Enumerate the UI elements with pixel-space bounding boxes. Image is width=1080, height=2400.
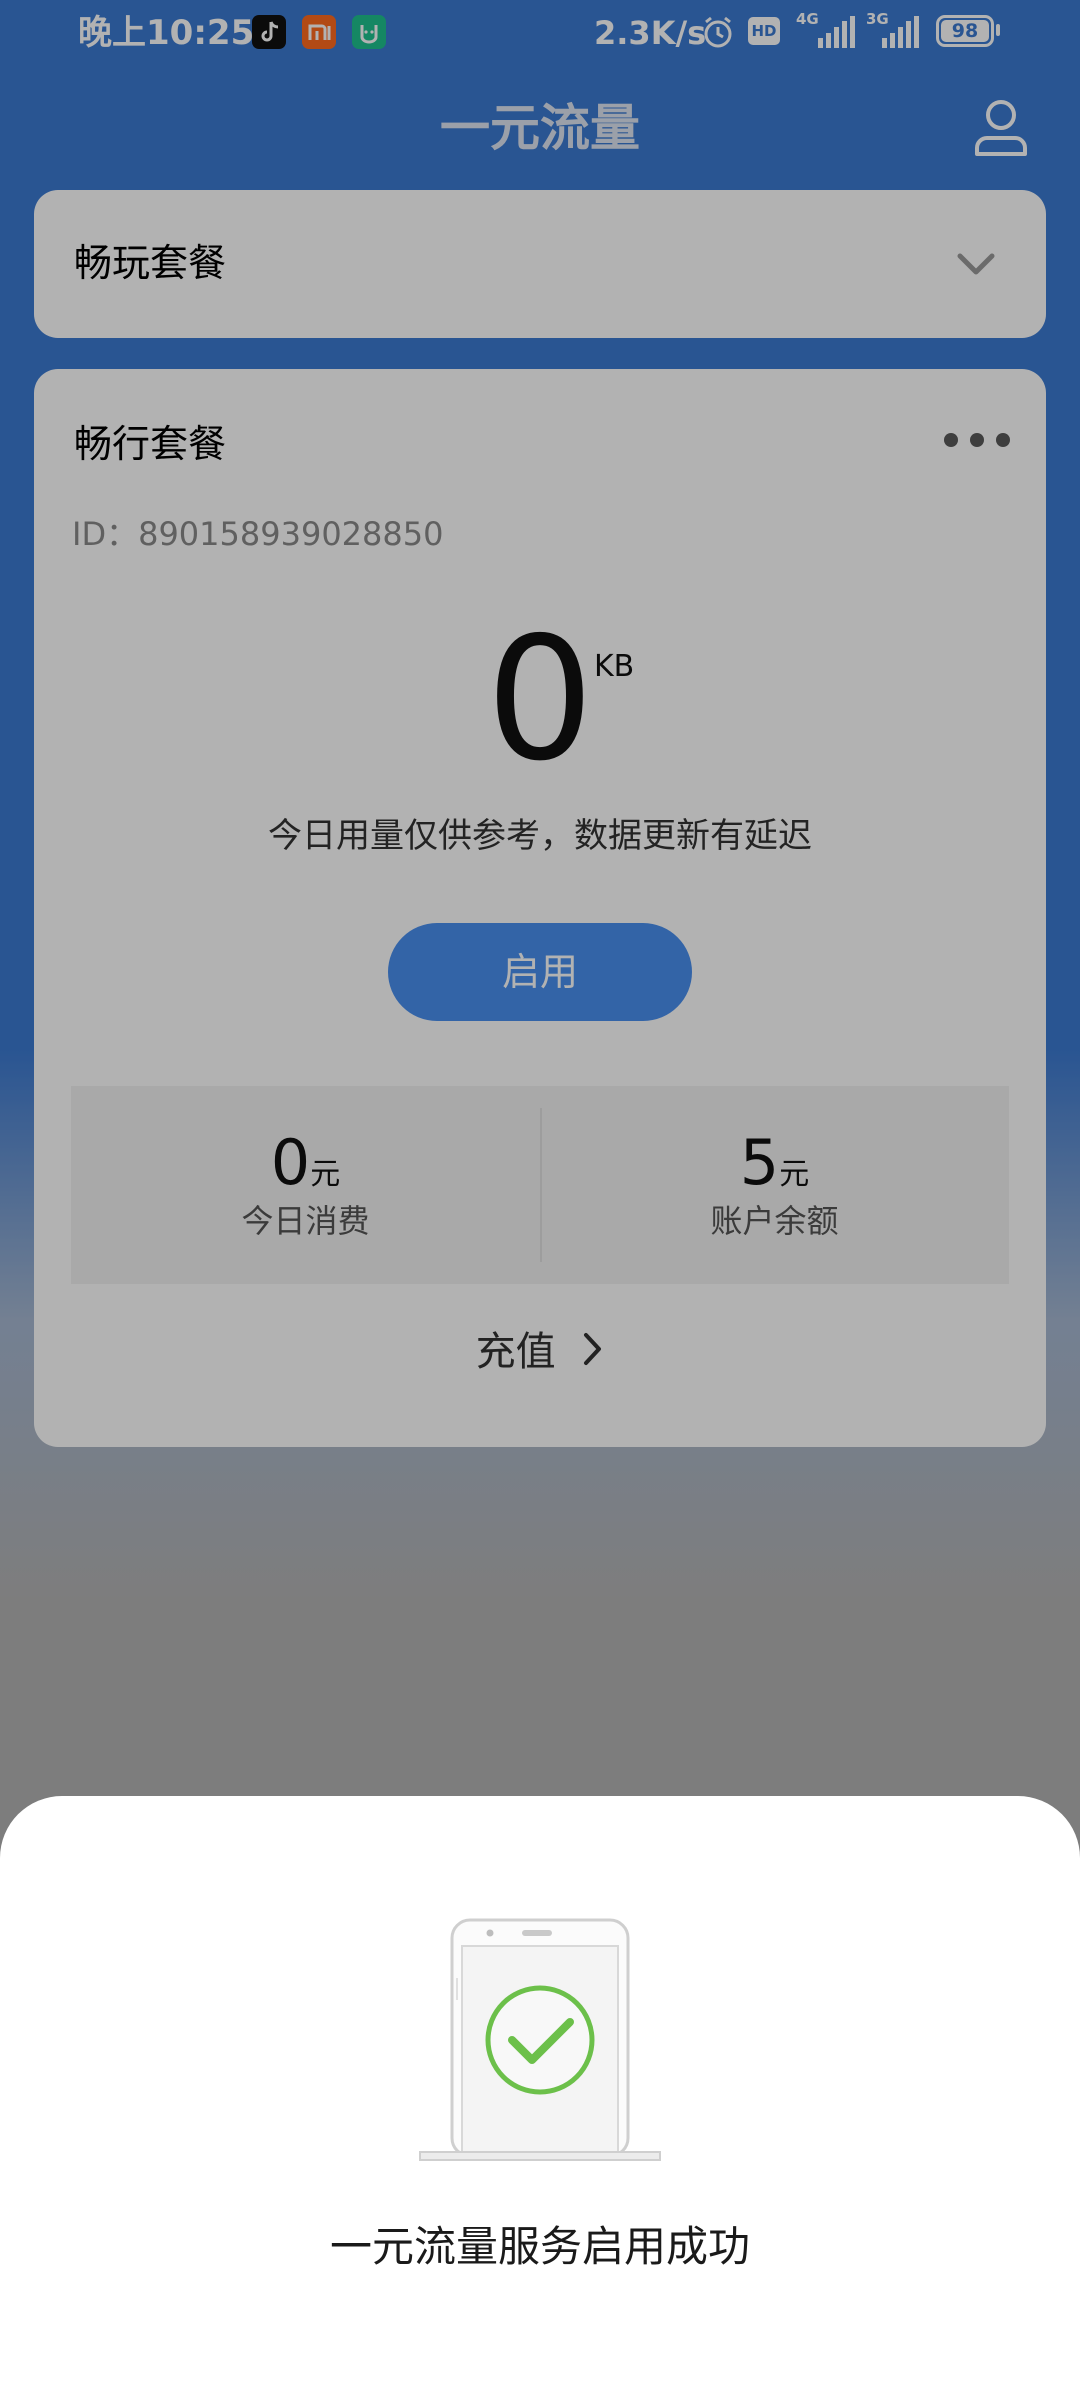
phone-success-check-icon (418, 1918, 662, 2162)
success-message: 一元流量服务启用成功 (329, 2222, 750, 2271)
success-sheet: 一元流量服务启用成功 (0, 1796, 1080, 2400)
